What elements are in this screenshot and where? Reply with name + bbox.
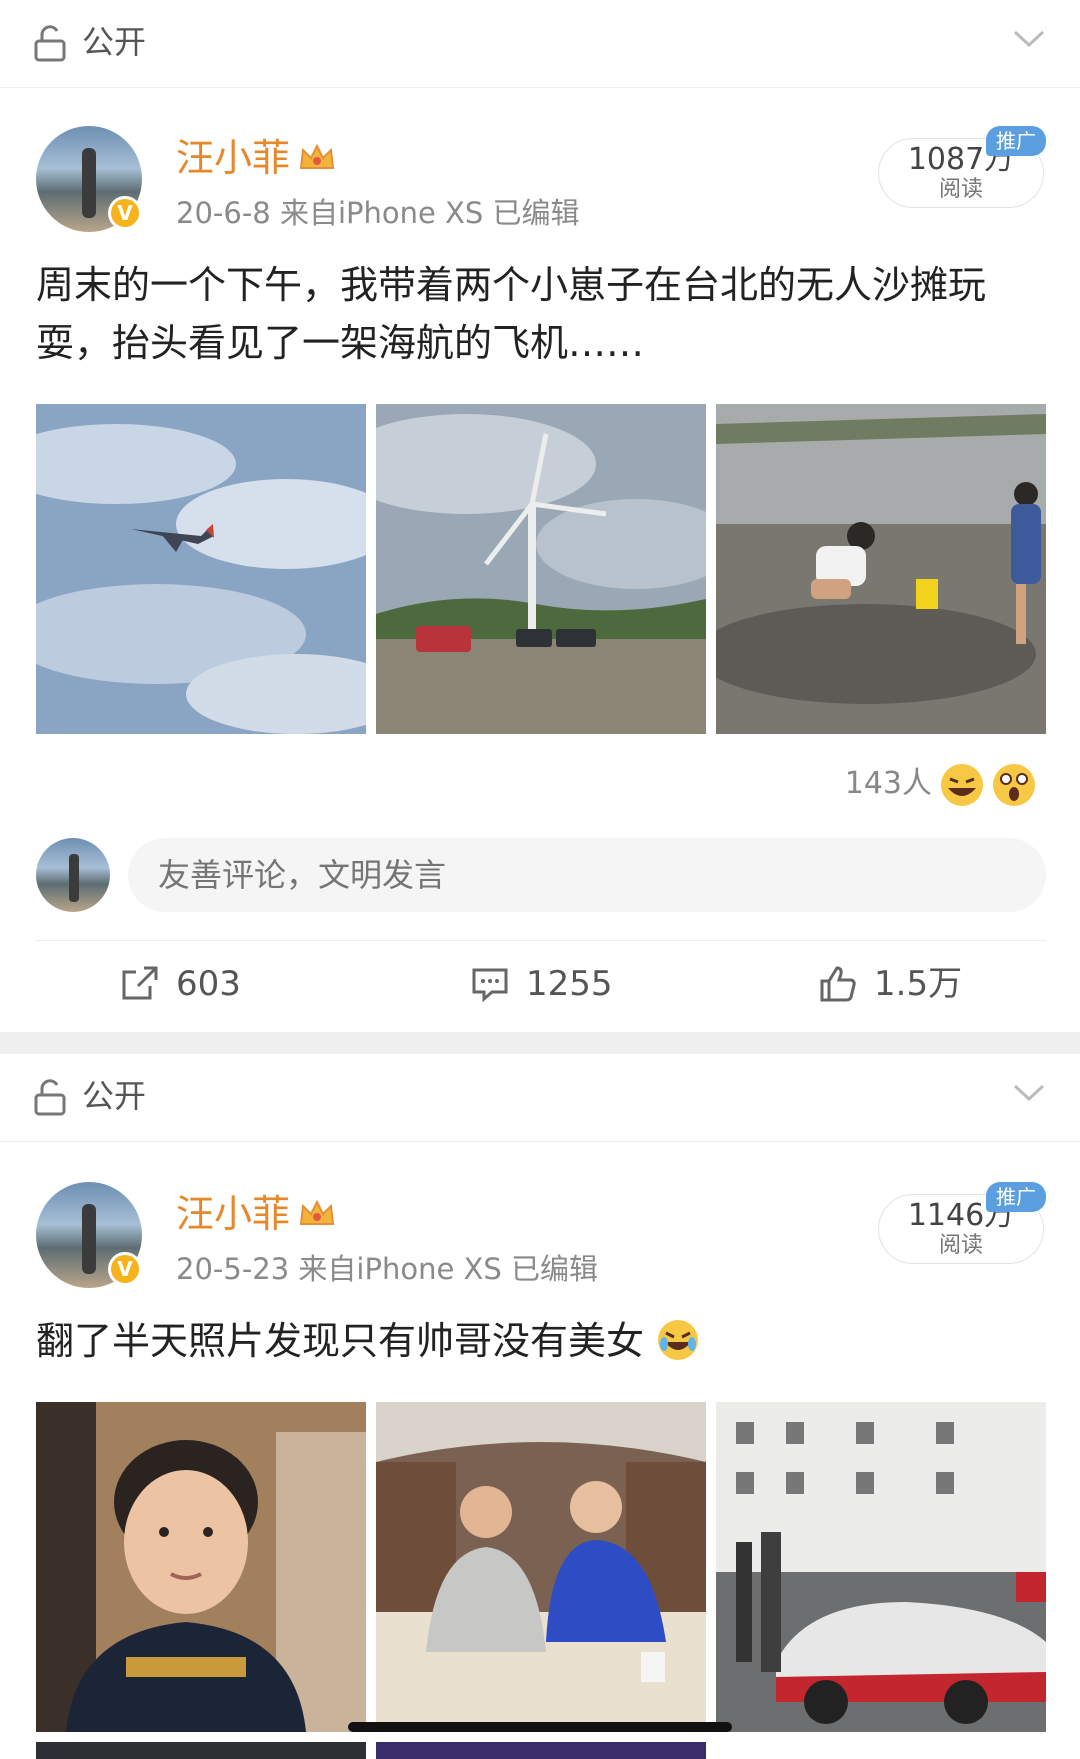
crown-icon	[299, 143, 335, 169]
verified-badge-icon: V	[108, 196, 142, 230]
privacy-bar[interactable]: 公开	[0, 0, 1080, 88]
reaction-emojis[interactable]	[934, 762, 1044, 808]
chevron-down-icon[interactable]	[1012, 28, 1046, 50]
comment-count: 1255	[526, 964, 613, 1004]
comment-input[interactable]	[128, 838, 1046, 912]
crying-laughing-emoji-icon	[658, 1320, 699, 1360]
privacy-bar[interactable]: 公开	[0, 1054, 1080, 1142]
like-button[interactable]: 1.5万	[818, 954, 962, 1014]
post-text: 周末的一个下午，我带着两个小崽子在台北的无人沙摊玩耍，抬头看见了一架海航的飞机……	[36, 263, 987, 365]
chevron-down-icon[interactable]	[1012, 1082, 1046, 1104]
privacy-label: 公开	[82, 23, 147, 61]
dark-photo-strip[interactable]	[36, 1742, 366, 1759]
my-avatar	[36, 838, 110, 912]
thumbs-up-icon	[820, 966, 856, 1002]
post-text: 翻了半天照片发现只有帅哥没有美女	[36, 1312, 1046, 1370]
post-separator	[0, 1032, 1080, 1054]
share-button[interactable]: 603	[120, 954, 241, 1014]
stage-photo-strip[interactable]	[376, 1742, 706, 1759]
comment-icon	[472, 968, 508, 1003]
username[interactable]: 汪小菲	[176, 1190, 290, 1238]
read-label: 阅读	[938, 177, 983, 202]
two-men-in-jet-photo[interactable]	[376, 1402, 706, 1732]
home-indicator[interactable]	[348, 1722, 732, 1732]
post-text-content: 翻了半天照片发现只有帅哥没有美女	[36, 1319, 645, 1363]
crown-icon	[299, 1199, 335, 1225]
post-meta: 20-5-23 来自iPhone XS 已编辑	[176, 1252, 599, 1286]
read-label: 阅读	[938, 1233, 983, 1258]
post-meta: 20-6-8 来自iPhone XS 已编辑	[176, 196, 580, 230]
share-count: 603	[176, 964, 241, 1004]
child-digging-sand-photo[interactable]	[716, 404, 1046, 734]
weibo-post: V 汪小菲 20-6-8 来自iPhone XS 已编辑 1087万 阅读 推广…	[0, 88, 1080, 1032]
promo-badge: 推广	[986, 126, 1046, 156]
laughing-emoji-icon	[941, 764, 983, 806]
share-icon	[122, 966, 158, 1000]
promo-badge: 推广	[986, 1182, 1046, 1212]
privacy-label: 公开	[82, 1077, 147, 1115]
unlock-icon	[34, 1079, 66, 1116]
boy-portrait-photo[interactable]	[36, 1402, 366, 1732]
reaction-count[interactable]: 143人	[845, 764, 932, 804]
like-count: 1.5万	[874, 964, 963, 1004]
unlock-icon	[34, 25, 66, 62]
comment-button[interactable]: 1255	[470, 954, 613, 1014]
wind-turbine-beach-photo[interactable]	[376, 404, 706, 734]
airplane-in-sky-photo[interactable]	[36, 404, 366, 734]
divider	[36, 940, 1046, 941]
username[interactable]: 汪小菲	[176, 134, 290, 182]
shocked-emoji-icon	[993, 764, 1035, 806]
weibo-post: V 汪小菲 20-5-23 来自iPhone XS 已编辑 1146万 阅读 推…	[0, 1142, 1080, 1759]
racing-car-building-photo[interactable]	[716, 1402, 1046, 1732]
verified-badge-icon: V	[108, 1252, 142, 1286]
